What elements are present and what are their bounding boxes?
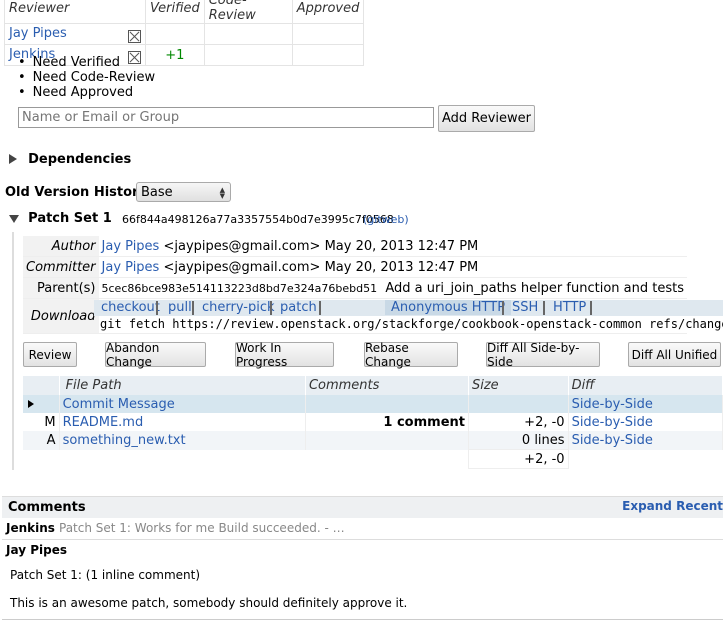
committer-detail: <jaypipes@gmail.com> May 20, 2013 12:47 … [163, 259, 479, 275]
col-reviewer: Reviewer [4, 0, 146, 24]
expand-recent-link[interactable]: Expand Recent [622, 499, 723, 513]
selected-row-pointer-icon [28, 399, 34, 408]
comment-body: This is an awesome patch, somebody shoul… [10, 596, 408, 610]
side-by-side-link[interactable]: Side-by-Side [572, 415, 653, 430]
remove-reviewer-icon[interactable] [128, 29, 141, 43]
diff-all-side-by-side-button[interactable]: Diff All Side-by-Side [486, 341, 600, 369]
file-status: M [23, 413, 60, 431]
download-tab-ssh[interactable]: SSH [512, 300, 538, 315]
comment-author: Jay Pipes [6, 543, 67, 557]
comments-title: Comments [8, 500, 86, 515]
need-item: Need Approved [18, 85, 155, 100]
parent-hash: 5cec86bce983e514113223d8bd7e324a76bebd51 [101, 281, 378, 295]
dependencies-toggle[interactable]: Dependencies [9, 152, 132, 168]
dependencies-label: Dependencies [28, 152, 132, 167]
parent-message: Add a uri_join_paths helper function and… [385, 280, 684, 296]
reviewer-search-input[interactable] [18, 107, 434, 128]
author-detail: <jaypipes@gmail.com> May 20, 2013 12:47 … [163, 238, 479, 254]
patch-set-toggle[interactable]: Patch Set 1 [9, 211, 112, 227]
need-item: Need Verified [18, 55, 155, 70]
side-by-side-link[interactable]: Side-by-Side [572, 433, 653, 448]
rebase-change-button[interactable]: Rebase Change [364, 341, 458, 369]
col-code-review: Code-Review [203, 0, 293, 24]
file-path-link[interactable]: README.md [63, 415, 144, 430]
comment-collapsed[interactable]: Jenkins Patch Set 1: Works for me Build … [2, 518, 723, 540]
file-size [468, 395, 569, 413]
work-in-progress-button[interactable]: Work In Progress [235, 341, 334, 369]
col-size: Size [468, 376, 569, 395]
file-size: +2, -0 [468, 413, 569, 431]
committer-link[interactable]: Jay Pipes [102, 260, 160, 275]
collapse-triangle-icon [9, 215, 19, 223]
download-tab-http[interactable]: HTTP [553, 300, 586, 315]
comment-line: Patch Set 1: (1 inline comment) [10, 568, 201, 582]
select-arrows-icon: ▲ ▼ [219, 186, 225, 200]
comments-header: Comments Expand Recent [2, 496, 723, 518]
download-tab-pull[interactable]: pull [168, 300, 192, 315]
file-path-link[interactable]: Commit Message [63, 397, 175, 412]
download-tab-anonymous-http[interactable]: Anonymous HTTP [385, 300, 512, 315]
download-tab-checkout[interactable]: checkout [101, 300, 160, 315]
old-version-select[interactable]: Base ▲ ▼ [136, 182, 231, 202]
file-row[interactable]: A something_new.txt 0 lines Side-by-Side [23, 431, 723, 450]
file-comments: 1 comment [305, 413, 469, 431]
needs-list: Need Verified Need Code-Review Need Appr… [18, 55, 155, 100]
files-table: File Path Comments Size Diff Commit Mess… [23, 376, 723, 469]
comment-summary: Patch Set 1: Works for me Build succeede… [59, 521, 345, 535]
download-command[interactable]: git fetch https://review.openstack.org/s… [100, 317, 723, 331]
col-comments: Comments [305, 376, 469, 395]
diff-all-unified-button[interactable]: Diff All Unified [628, 342, 721, 367]
abandon-change-button[interactable]: Abandon Change [105, 341, 206, 369]
reviewer-name-link[interactable]: Jay Pipes [9, 26, 67, 41]
file-row[interactable]: M README.md 1 comment +2, -0 Side-by-Sid… [23, 413, 723, 431]
file-status: A [23, 431, 60, 450]
file-size: 0 lines [468, 431, 569, 450]
parent-label: Parent(s) [23, 277, 99, 299]
gitweb-link[interactable]: (gitweb) [363, 213, 409, 226]
download-label: Download [23, 298, 99, 334]
need-item: Need Code-Review [18, 70, 155, 85]
patch-set-title: Patch Set 1 [28, 211, 112, 226]
review-button[interactable]: Review [23, 342, 77, 367]
author-label: Author [23, 236, 99, 257]
download-tab-patch[interactable]: patch [280, 300, 317, 315]
commit-id: 66f844a498126a77a3357554b0d7e3995c7f0568 [122, 213, 394, 226]
col-diff: Diff [568, 376, 723, 395]
old-version-label: Old Version History: [5, 185, 153, 200]
committer-label: Committer [23, 256, 99, 278]
old-version-value: Base [141, 184, 173, 200]
download-tab-cherry-pick[interactable]: cherry-pick [202, 300, 275, 315]
col-approved: Approved [291, 0, 365, 24]
comment-author: Jenkins [6, 521, 55, 535]
files-total-size: +2, -0 [467, 449, 569, 469]
verified-cell [145, 23, 205, 45]
download-tabs: checkout pull cherry-pick patch Anonymou… [94, 300, 723, 316]
col-verified: Verified [145, 0, 205, 24]
comment-expanded: Jay Pipes Patch Set 1: (1 inline comment… [2, 540, 723, 620]
expand-triangle-icon [9, 154, 17, 164]
author-link[interactable]: Jay Pipes [102, 239, 160, 254]
file-path-link[interactable]: something_new.txt [63, 433, 186, 448]
file-comments [305, 395, 469, 413]
side-by-side-link[interactable]: Side-by-Side [572, 397, 653, 412]
file-comments [305, 431, 469, 450]
add-reviewer-button[interactable]: Add Reviewer [438, 105, 535, 132]
file-row[interactable]: Commit Message Side-by-Side [23, 395, 723, 413]
reviewer-row: Jay Pipes [4, 23, 365, 45]
col-file-path: File Path [59, 376, 306, 395]
